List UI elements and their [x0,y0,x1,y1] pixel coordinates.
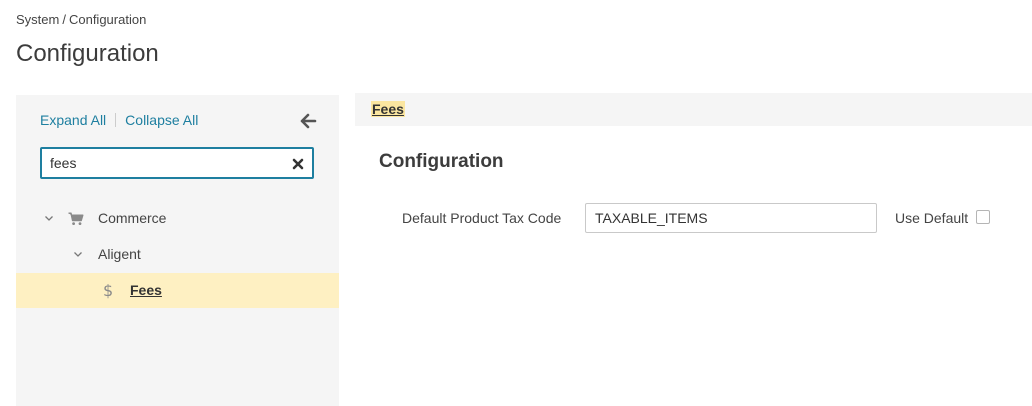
use-default-label: Use Default [895,210,969,226]
config-tree-sidebar: Expand All Collapse All Commerce Aligent [16,95,339,406]
cart-icon [68,212,84,225]
tree-item-label: Fees [130,282,162,298]
arrow-left-icon [300,113,317,129]
section-breadcrumb[interactable]: Fees [371,101,405,117]
breadcrumb-parent[interactable]: System [16,12,59,27]
chevron-down-icon[interactable] [44,213,54,223]
tree-item-label: Aligent [98,246,141,262]
expand-all-link[interactable]: Expand All [40,112,106,128]
breadcrumb-separator: / [62,12,66,27]
tree-item-aligent[interactable]: Aligent [16,237,339,272]
tree-search-input[interactable] [42,149,286,177]
collapse-all-link[interactable]: Collapse All [125,112,198,128]
tree-item-fees[interactable]: $ Fees [16,273,339,308]
collapse-sidebar-button[interactable] [299,112,317,130]
tree-item-label: Commerce [98,210,167,226]
clear-search-button[interactable] [292,157,304,170]
tree-actions: Expand All Collapse All [40,112,198,128]
actions-divider [115,113,117,127]
content-header: Fees [355,93,1032,126]
use-default-checkbox[interactable] [976,210,990,224]
tax-code-input[interactable] [585,203,877,233]
close-icon [292,158,304,170]
chevron-down-icon[interactable] [73,249,83,259]
dollar-icon: $ [103,281,114,300]
tree-search [40,147,314,179]
section-title: Configuration [379,151,504,172]
tree-item-commerce[interactable]: Commerce [16,201,339,236]
breadcrumb-current: Configuration [68,12,147,27]
breadcrumb: System / Configuration [16,12,146,27]
tax-code-label: Default Product Tax Code [402,210,562,226]
page-title: Configuration [16,40,159,67]
